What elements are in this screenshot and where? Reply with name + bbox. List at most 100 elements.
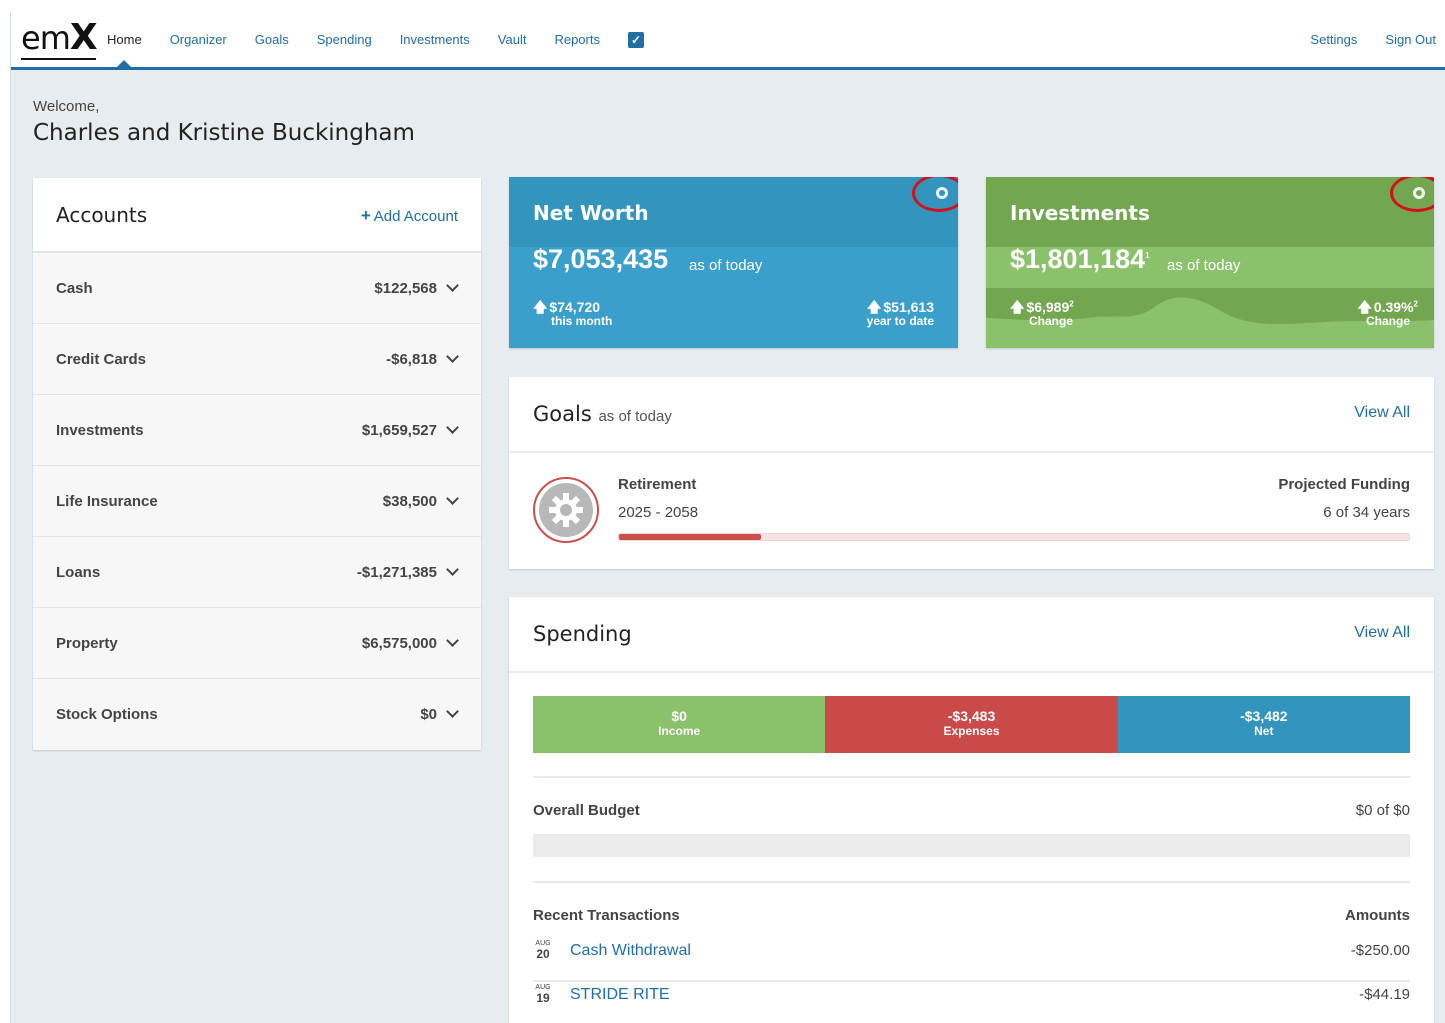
ytd-change: $51,613 (883, 299, 934, 315)
investments-tile[interactable]: Investments $1,801,1841 as of today 🡅 $6,… (986, 177, 1434, 348)
nav-sign-out[interactable]: Sign Out (1385, 32, 1436, 47)
account-row-stock-options[interactable]: Stock Options $0 (33, 679, 481, 750)
account-label: Property (56, 635, 118, 652)
account-row-property[interactable]: Property $6,575,000 (33, 608, 481, 679)
budget-progress-bar (533, 834, 1410, 857)
goal-icon[interactable] (533, 477, 599, 543)
arrow-up-icon: 🡅 (1010, 299, 1025, 315)
goals-title: Goals (533, 402, 592, 426)
chevron-down-icon[interactable] (446, 279, 459, 292)
chevron-down-icon[interactable] (446, 492, 459, 505)
chevron-down-icon[interactable] (446, 634, 459, 647)
account-row-loans[interactable]: Loans -$1,271,385 (33, 537, 481, 608)
account-row-life-insurance[interactable]: Life Insurance $38,500 (33, 466, 481, 537)
nav-goals[interactable]: Goals (255, 32, 289, 47)
nav-reports[interactable]: Reports (554, 32, 600, 47)
net-worth-title: Net Worth (533, 201, 649, 225)
nav-settings[interactable]: Settings (1310, 32, 1357, 47)
income-label: Income (658, 724, 701, 738)
transaction-name[interactable]: Cash Withdrawal (570, 942, 691, 960)
user-name: Charles and Kristine Buckingham (33, 120, 415, 146)
nav-organizer[interactable]: Organizer (170, 32, 227, 47)
pct-change-label: Change (1365, 314, 1410, 328)
nav-investments[interactable]: Investments (400, 32, 470, 47)
divider (533, 776, 1410, 778)
divider (533, 881, 1410, 883)
chevron-down-icon[interactable] (446, 421, 459, 434)
goals-header: Goals as of today View All (509, 377, 1434, 453)
expenses-value: -$3,483 (947, 708, 996, 724)
goal-name[interactable]: Retirement (618, 476, 696, 493)
plus-icon: + (360, 206, 371, 225)
footnote-marker: 2 (1413, 299, 1418, 309)
account-amount: $0 (420, 706, 437, 723)
goals-view-all-link[interactable]: View All (1354, 404, 1410, 422)
amounts-header: Amounts (1345, 907, 1410, 924)
app-frame: emX Home Organizer Goals Spending Invest… (10, 12, 1445, 1023)
chevron-down-icon[interactable] (446, 705, 459, 718)
footnote-marker: 2 (1069, 299, 1074, 309)
account-row-investments[interactable]: Investments $1,659,527 (33, 395, 481, 466)
spending-card: Spending View All $0 Income -$3,483 Expe… (509, 597, 1434, 1023)
top-navigation: emX Home Organizer Goals Spending Invest… (11, 12, 1445, 70)
nav-spending[interactable]: Spending (317, 32, 372, 47)
expenses-segment[interactable]: -$3,483 Expenses (825, 696, 1118, 753)
account-label: Life Insurance (56, 493, 158, 510)
income-segment[interactable]: $0 Income (533, 696, 826, 753)
transaction-row[interactable]: AUG 19 STRIDE RITE -$44.19 (533, 984, 1410, 1023)
projected-funding-value: 6 of 34 years (1323, 504, 1410, 521)
transaction-date: AUG 20 (533, 940, 553, 960)
emx-logo[interactable]: emX (21, 20, 98, 60)
account-amount: $6,575,000 (361, 635, 437, 652)
chevron-down-icon[interactable] (446, 350, 459, 363)
net-value: -$3,482 (1240, 708, 1288, 724)
investments-value: $1,801,184 (1010, 244, 1146, 274)
net-segment[interactable]: -$3,482 Net (1117, 696, 1410, 753)
month-label: this month (551, 314, 613, 328)
goal-years: 2025 - 2058 (618, 504, 699, 521)
recent-transactions-header: Recent Transactions (533, 907, 680, 924)
account-row-credit-cards[interactable]: Credit Cards -$6,818 (33, 324, 481, 395)
transaction-date: AUG 19 (533, 984, 553, 1004)
month-change: $74,720 (549, 299, 601, 315)
add-account-label: Add Account (373, 208, 458, 225)
add-account-button[interactable]: + Add Account (361, 206, 458, 226)
ytd-label: year to date (866, 314, 934, 328)
goal-progress-fill (619, 534, 762, 540)
nav-home[interactable]: Home (107, 32, 142, 67)
net-worth-value: $7,053,435 (533, 244, 669, 274)
goals-card: Goals as of today View All Retirement 20… (509, 377, 1434, 569)
transaction-row[interactable]: AUG 20 Cash Withdrawal -$250.00 (533, 940, 1410, 982)
checkbox-icon[interactable]: ✓ (627, 31, 644, 48)
transaction-name[interactable]: STRIDE RITE (570, 986, 670, 1004)
spending-header: Spending View All (509, 597, 1434, 673)
arrow-up-icon: 🡅 (533, 299, 548, 315)
transaction-day: 20 (536, 947, 550, 961)
income-value: $0 (671, 708, 687, 724)
account-row-cash[interactable]: Cash $122,568 (33, 253, 481, 324)
nav-right: Settings Sign Out (1282, 12, 1436, 67)
account-amount: $38,500 (382, 493, 437, 510)
investments-as-of: as of today (1167, 257, 1241, 274)
transaction-amount: -$44.19 (1359, 986, 1410, 1003)
spending-summary-bar: $0 Income -$3,483 Expenses -$3,482 Net (533, 696, 1410, 753)
account-label: Credit Cards (56, 351, 147, 368)
overall-budget-value: $0 of $0 (1355, 802, 1410, 819)
goal-progress-bar (618, 533, 1410, 541)
account-label: Cash (56, 280, 93, 297)
account-amount: $1,659,527 (361, 422, 437, 439)
change-label: Change (1029, 314, 1074, 328)
net-worth-tile[interactable]: Net Worth $7,053,435 as of today 🡅 $74,72… (509, 177, 958, 348)
net-worth-as-of: as of today (689, 257, 763, 274)
account-amount: $122,568 (374, 280, 437, 297)
expenses-label: Expenses (943, 724, 1000, 738)
footnote-marker: 1 (1145, 251, 1150, 260)
net-label: Net (1254, 724, 1274, 738)
spending-title: Spending (533, 622, 632, 646)
nav-vault[interactable]: Vault (498, 32, 527, 47)
main-nav: Home Organizer Goals Spending Investment… (107, 12, 644, 67)
spending-view-all-link[interactable]: View All (1354, 624, 1410, 642)
gear-icon (539, 483, 593, 537)
welcome-text: Welcome, (33, 98, 100, 115)
chevron-down-icon[interactable] (446, 563, 459, 576)
